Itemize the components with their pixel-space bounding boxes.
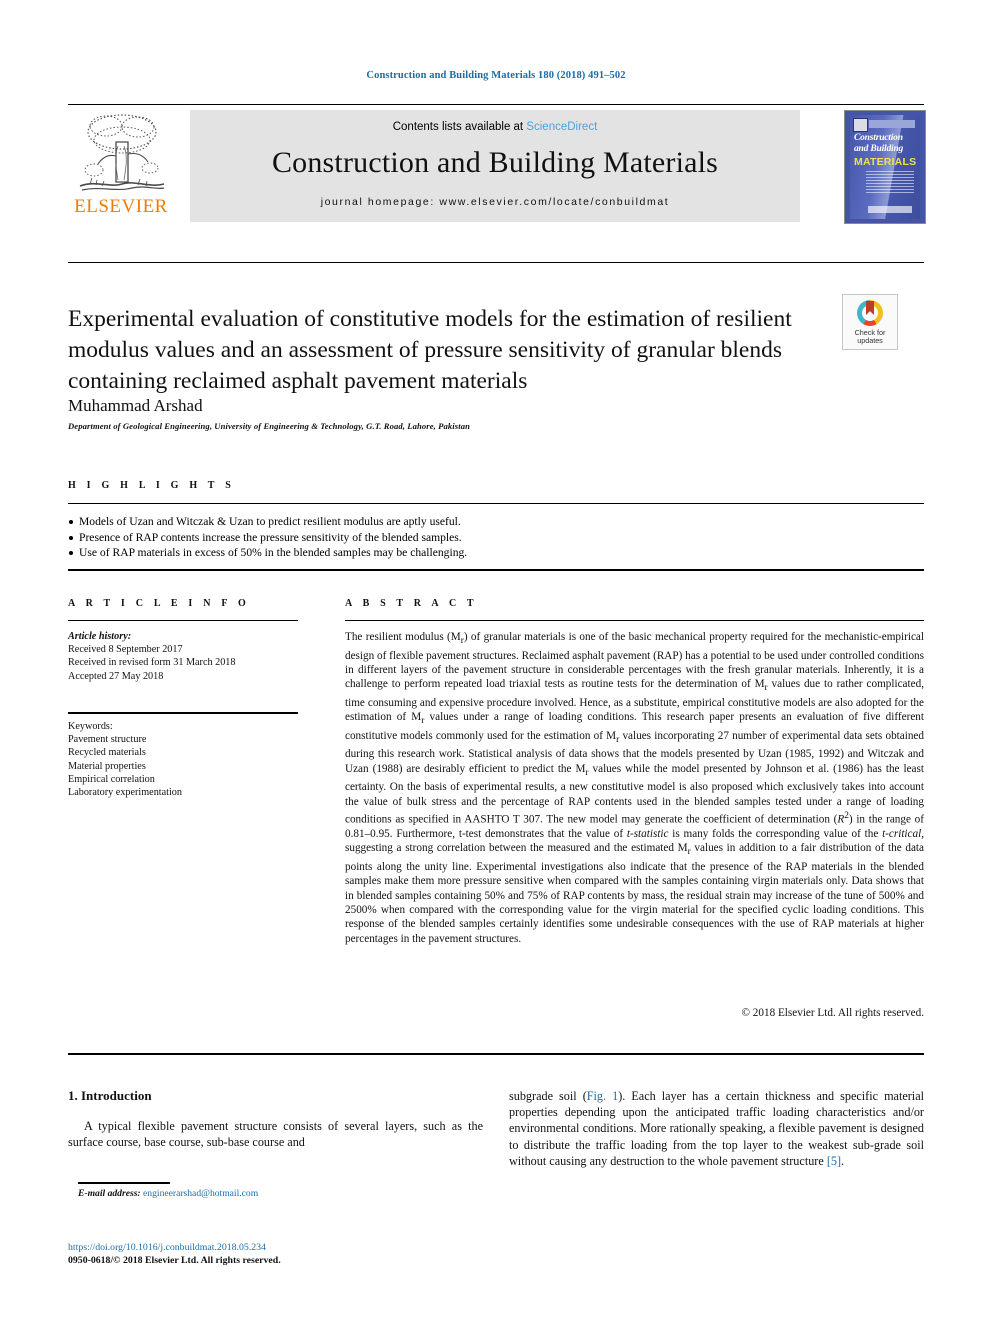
keywords-label: Keywords: <box>68 721 113 732</box>
intro-paragraph-right: subgrade soil (Fig. 1). Each layer has a… <box>509 1088 924 1169</box>
cover-artwork: Construction and Building MATERIALS <box>850 115 920 219</box>
abstract-text: The resilient modulus (Mr) of granular m… <box>345 631 925 945</box>
highlights-heading: H I G H L I G H T S <box>68 480 235 491</box>
list-item: Models of Uzan and Witczak & Uzan to pre… <box>68 514 924 530</box>
highlights-top-rule <box>68 503 924 504</box>
journal-homepage-link[interactable]: journal homepage: www.elsevier.com/locat… <box>190 180 800 208</box>
running-head: Construction and Building Materials 180 … <box>366 70 626 81</box>
abstract-heading: A B S T R A C T <box>345 598 478 609</box>
crossmark-ring-icon <box>857 300 883 326</box>
intro-right-end: . <box>841 1153 845 1168</box>
article-info-heading: A R T I C L E I N F O <box>68 598 250 609</box>
abstract-body: The resilient modulus (Mr) of granular m… <box>345 630 924 946</box>
journal-title: Construction and Building Materials <box>271 146 719 179</box>
paper-page: Construction and Building Materials 180 … <box>0 0 992 1323</box>
journal-cover-thumbnail: Construction and Building MATERIALS <box>844 110 926 224</box>
crossmark-label-line-2: updates <box>857 336 883 346</box>
elsevier-logo: ELSEVIER <box>68 110 174 222</box>
masthead-top-rule <box>68 104 924 105</box>
intro-right-part1: subgrade soil ( <box>509 1089 587 1103</box>
sciencedirect-link[interactable]: ScienceDirect <box>526 121 597 133</box>
cover-title-line-3: MATERIALS <box>854 156 917 168</box>
article-history-revised: Received in revised form 31 March 2018 <box>68 657 236 669</box>
article-history-accepted: Accepted 27 May 2018 <box>68 670 164 682</box>
cover-top-bar <box>869 120 915 128</box>
article-info-rule <box>68 620 298 621</box>
body-column-left: 1. Introduction A typical flexible pavem… <box>68 1088 483 1150</box>
keyword-item: Pavement structure <box>68 734 147 746</box>
keywords-block: Keywords: Pavement structure Recycled ma… <box>68 720 298 799</box>
contents-line: Contents lists available at ScienceDirec… <box>190 110 800 133</box>
contents-prefix: Contents lists available at <box>392 121 527 133</box>
keyword-item: Empirical correlation <box>68 773 155 785</box>
journal-masthead: ELSEVIER Contents lists available at Sci… <box>68 104 926 226</box>
doi-block: https://doi.org/10.1016/j.conbuildmat.20… <box>68 1242 498 1267</box>
email-link[interactable]: engineerarshad@hotmail.com <box>143 1188 258 1199</box>
keyword-item: Recycled materials <box>68 747 146 759</box>
body-column-right: subgrade soil (Fig. 1). Each layer has a… <box>509 1088 924 1169</box>
section-heading-introduction: 1. Introduction <box>68 1088 152 1103</box>
page-title: Experimental evaluation of constitutive … <box>68 305 792 394</box>
elsevier-wordmark: ELSEVIER <box>74 196 168 217</box>
body-top-rule <box>68 1053 924 1055</box>
abstract-copyright: © 2018 Elsevier Ltd. All rights reserved… <box>741 1007 925 1019</box>
elsevier-tree-icon <box>79 114 165 191</box>
footnote-rule <box>78 1182 170 1184</box>
cover-publisher-badge <box>853 118 868 132</box>
article-history-received: Received 8 September 2017 <box>68 644 183 656</box>
highlights-bottom-rule <box>68 569 924 571</box>
author-name: Muhammad Arshad <box>68 396 203 415</box>
keyword-item: Laboratory experimentation <box>68 787 182 799</box>
list-item: Presence of RAP contents increase the pr… <box>68 530 924 546</box>
issn-copyright-line: 0950-0618/© 2018 Elsevier Ltd. All right… <box>68 1254 281 1266</box>
list-item: Use of RAP materials in excess of 50% in… <box>68 545 924 561</box>
keyword-item: Material properties <box>68 760 146 772</box>
article-history-label: Article history: <box>68 631 132 642</box>
article-history-block: Article history: Received 8 September 20… <box>68 630 298 683</box>
keywords-rule <box>68 712 298 714</box>
citation-reference-link[interactable]: [5] <box>827 1154 841 1168</box>
bookmark-icon <box>866 301 874 315</box>
crossmark-label: Check for updates <box>843 326 897 346</box>
author-affiliation: Department of Geological Engineering, Un… <box>68 421 471 431</box>
masthead-bottom-rule <box>68 262 924 263</box>
footnote-email: E-mail address: engineerarshad@hotmail.c… <box>78 1188 478 1199</box>
crossmark-check-for-updates-badge[interactable]: Check for updates <box>842 294 898 350</box>
abstract-rule <box>345 620 924 621</box>
cover-title-line-1: Construction <box>854 133 903 143</box>
highlights-list: Models of Uzan and Witczak & Uzan to pre… <box>68 514 924 561</box>
figure-reference-link[interactable]: Fig. 1 <box>587 1089 618 1103</box>
cover-footer-mark <box>868 206 912 213</box>
doi-link[interactable]: https://doi.org/10.1016/j.conbuildmat.20… <box>68 1242 498 1255</box>
cover-title-line-2: and Building <box>854 144 904 154</box>
email-label: E-mail address: <box>78 1188 141 1199</box>
intro-paragraph-left: A typical flexible pavement structure co… <box>68 1119 483 1150</box>
journal-band: Contents lists available at ScienceDirec… <box>190 110 800 222</box>
cover-blurb-text <box>866 171 914 193</box>
